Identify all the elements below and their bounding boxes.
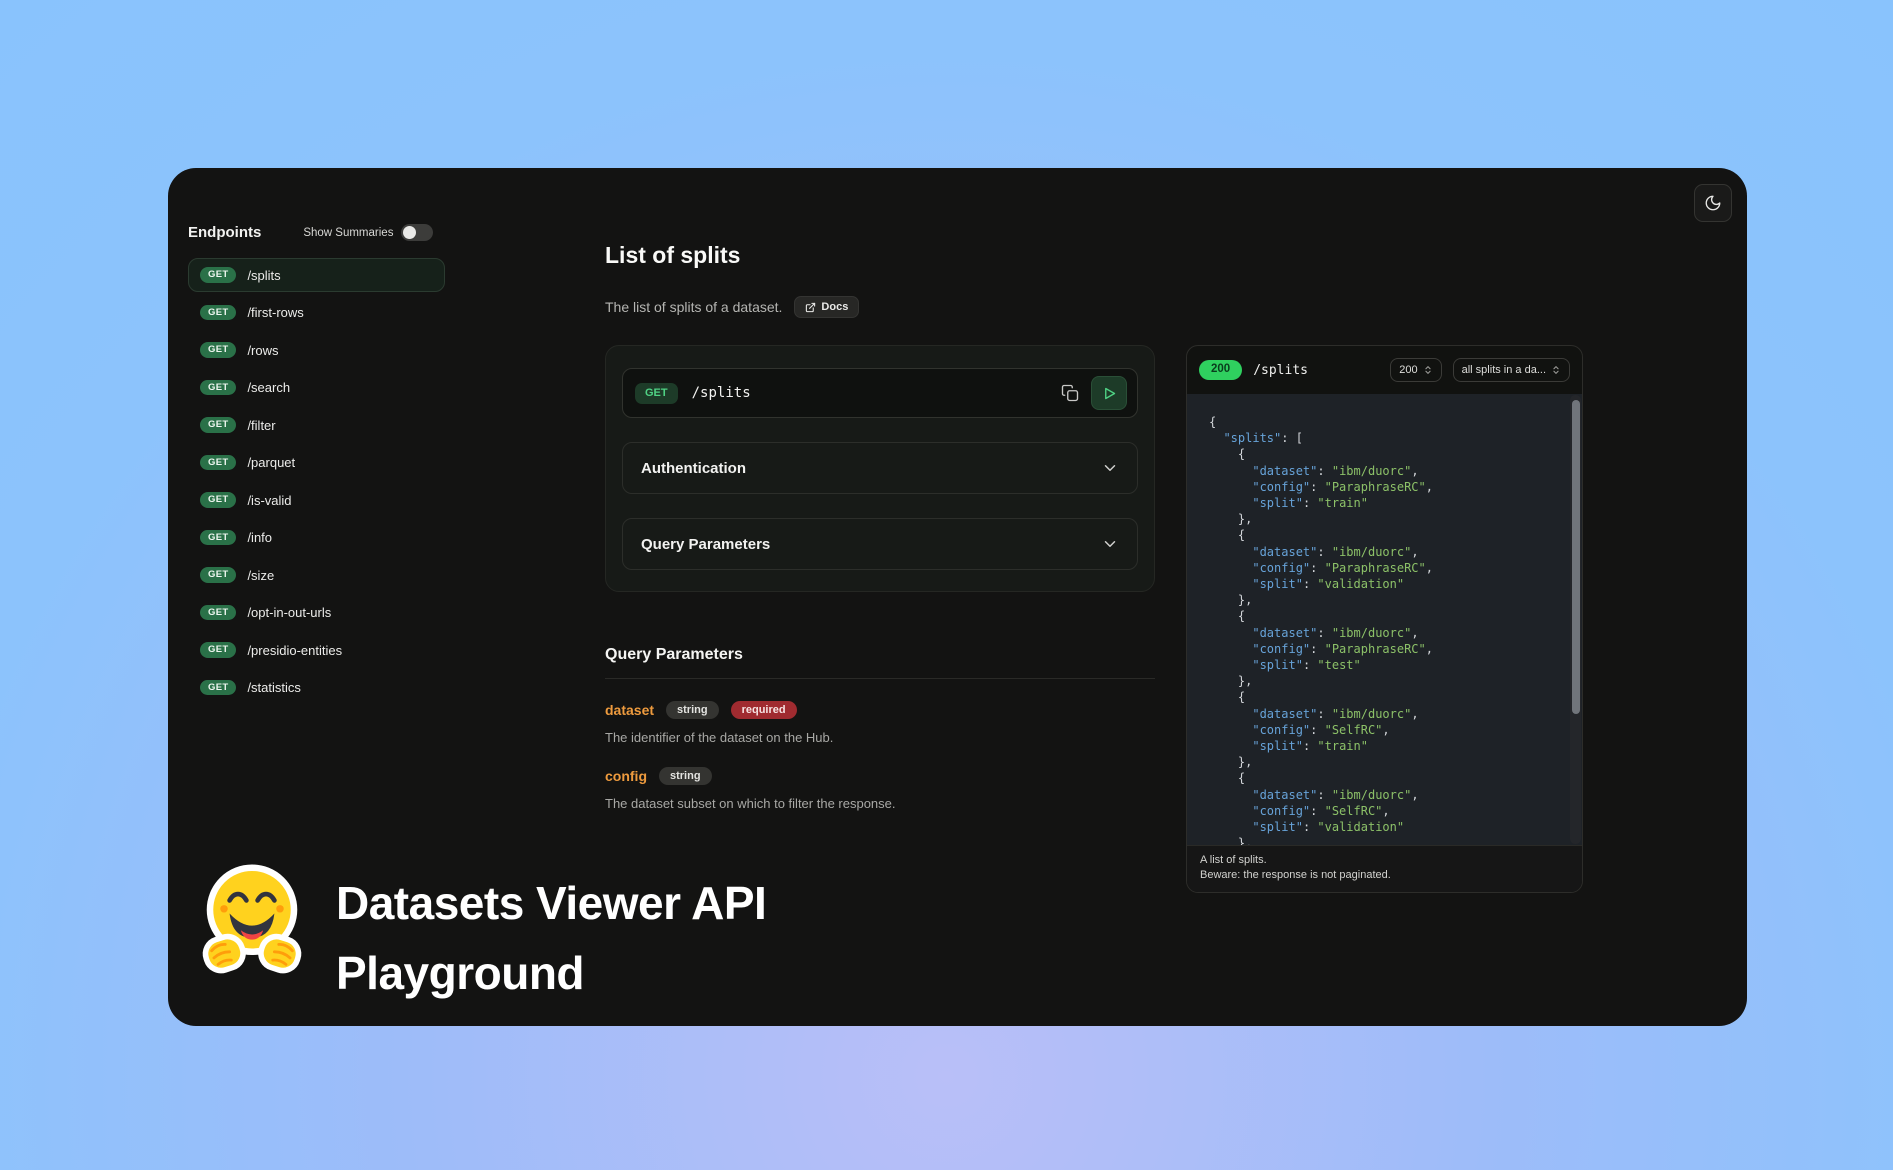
response-json-code: { "splits": [ { "dataset": "ibm/duorc", …: [1187, 394, 1582, 845]
response-description-line: A list of splits.: [1200, 853, 1569, 868]
dark-mode-toggle-button[interactable]: [1694, 184, 1732, 222]
endpoints-title: Endpoints: [188, 224, 261, 241]
query-parameters-section: Query Parameters dataset string required Th…: [605, 646, 1155, 811]
sidebar-item-splits[interactable]: GET/splits: [188, 258, 445, 292]
request-panel: GET /splits Authentication Query Paramet…: [605, 345, 1155, 592]
sidebar-item-is-valid[interactable]: GET/is-valid: [188, 483, 445, 517]
accordion-query-parameters[interactable]: Query Parameters: [622, 518, 1138, 570]
method-badge: GET: [200, 455, 236, 471]
parameter-dataset: dataset string required The identifier of t…: [605, 701, 1155, 745]
response-path: /splits: [1253, 363, 1308, 378]
method-badge: GET: [200, 380, 236, 396]
endpoint-path: /splits: [247, 268, 280, 283]
sidebar-item-first-rows[interactable]: GET/first-rows: [188, 296, 445, 330]
sidebar-header: Endpoints Show Summaries: [188, 224, 468, 241]
method-badge: GET: [200, 492, 236, 508]
page-title: List of splits: [605, 242, 740, 269]
method-badge: GET: [200, 530, 236, 546]
accordion-authentication[interactable]: Authentication: [622, 442, 1138, 494]
sidebar-item-size[interactable]: GET/size: [188, 558, 445, 592]
parameter-required-badge: required: [731, 701, 797, 719]
up-down-chevrons-icon: [1551, 365, 1561, 375]
endpoint-path: /presidio-entities: [247, 643, 342, 658]
status-badge: 200: [1199, 360, 1242, 380]
branding: Datasets Viewer API Playground: [196, 860, 766, 1008]
response-description: A list of splits. Beware: the response i…: [1187, 845, 1582, 892]
request-path: /splits: [692, 385, 751, 401]
copy-icon: [1061, 384, 1079, 402]
accordion-authentication-label: Authentication: [641, 460, 746, 477]
method-badge: GET: [200, 342, 236, 358]
docs-button[interactable]: Docs: [794, 296, 859, 318]
endpoint-path: /is-valid: [247, 493, 291, 508]
sidebar-item-opt-in-out-urls[interactable]: GET/opt-in-out-urls: [188, 596, 445, 630]
sidebar-item-rows[interactable]: GET/rows: [188, 333, 445, 367]
page-subtitle: The list of splits of a dataset.: [605, 299, 782, 315]
parameter-list: dataset string required The identifier of t…: [605, 701, 1155, 811]
sidebar-item-search[interactable]: GET/search: [188, 371, 445, 405]
docs-button-label: Docs: [821, 301, 848, 313]
chevron-down-icon: [1101, 459, 1119, 477]
endpoint-list: GET/splitsGET/first-rowsGET/rowsGET/sear…: [188, 258, 445, 705]
method-badge: GET: [200, 567, 236, 583]
endpoint-path: /info: [247, 530, 272, 545]
parameter-name: config: [605, 768, 647, 784]
request-bar: GET /splits: [622, 368, 1138, 418]
app-title: Datasets Viewer API Playground: [336, 860, 766, 1008]
parameter-name: dataset: [605, 702, 654, 718]
scrollbar-thumb[interactable]: [1572, 400, 1580, 714]
show-summaries-label: Show Summaries: [303, 227, 393, 239]
parameter-description: The dataset subset on which to filter th…: [605, 796, 1155, 811]
method-badge: GET: [200, 680, 236, 696]
play-icon: [1102, 386, 1117, 401]
response-description-line: Beware: the response is not paginated.: [1200, 868, 1569, 883]
method-badge: GET: [200, 417, 236, 433]
accordion-query-parameters-label: Query Parameters: [641, 536, 770, 553]
sidebar-item-statistics[interactable]: GET/statistics: [188, 671, 445, 705]
toggle-knob: [403, 226, 416, 239]
sidebar-item-info[interactable]: GET/info: [188, 521, 445, 555]
sidebar-item-parquet[interactable]: GET/parquet: [188, 446, 445, 480]
method-badge: GET: [200, 642, 236, 658]
endpoint-path: /size: [247, 568, 274, 583]
chevron-down-icon: [1101, 535, 1119, 553]
copy-button[interactable]: [1057, 380, 1083, 406]
parameter-description: The identifier of the dataset on the Hub…: [605, 730, 1155, 745]
up-down-chevrons-icon: [1423, 365, 1433, 375]
app-title-line1: Datasets Viewer API: [336, 868, 766, 938]
parameter-type-badge: string: [666, 701, 719, 719]
endpoint-path: /search: [247, 380, 290, 395]
endpoint-path: /statistics: [247, 680, 300, 695]
method-badge: GET: [635, 383, 678, 404]
sidebar-item-filter[interactable]: GET/filter: [188, 408, 445, 442]
scrollbar-track[interactable]: [1570, 395, 1581, 844]
parameter-config: config string The dataset subset on which …: [605, 767, 1155, 811]
endpoint-path: /first-rows: [247, 305, 303, 320]
response-json-viewer[interactable]: { "splits": [ { "dataset": "ibm/duorc", …: [1187, 394, 1582, 845]
external-link-icon: [805, 302, 816, 313]
status-code-select[interactable]: 200: [1390, 358, 1441, 382]
response-header: 200 /splits 200 all splits in a da...: [1187, 346, 1582, 394]
moon-icon: [1704, 194, 1722, 212]
parameter-type-badge: string: [659, 767, 712, 785]
sidebar-item-presidio-entities[interactable]: GET/presidio-entities: [188, 633, 445, 667]
app-window: Endpoints Show Summaries GET/splitsGET/f…: [168, 168, 1747, 1026]
endpoint-path: /opt-in-out-urls: [247, 605, 331, 620]
status-code-select-value: 200: [1399, 364, 1417, 376]
method-badge: GET: [200, 305, 236, 321]
app-title-line2: Playground: [336, 938, 766, 1008]
example-select-value: all splits in a da...: [1462, 364, 1546, 376]
example-select[interactable]: all splits in a da...: [1453, 358, 1570, 382]
hugging-face-logo: [196, 860, 308, 980]
run-button[interactable]: [1091, 376, 1127, 410]
endpoint-path: /parquet: [247, 455, 295, 470]
query-parameters-heading: Query Parameters: [605, 646, 1155, 679]
response-panel: 200 /splits 200 all splits in a da... { …: [1186, 345, 1583, 893]
method-badge: GET: [200, 605, 236, 621]
method-badge: GET: [200, 267, 236, 283]
show-summaries-toggle[interactable]: [401, 224, 433, 241]
endpoint-path: /filter: [247, 418, 275, 433]
endpoint-path: /rows: [247, 343, 278, 358]
